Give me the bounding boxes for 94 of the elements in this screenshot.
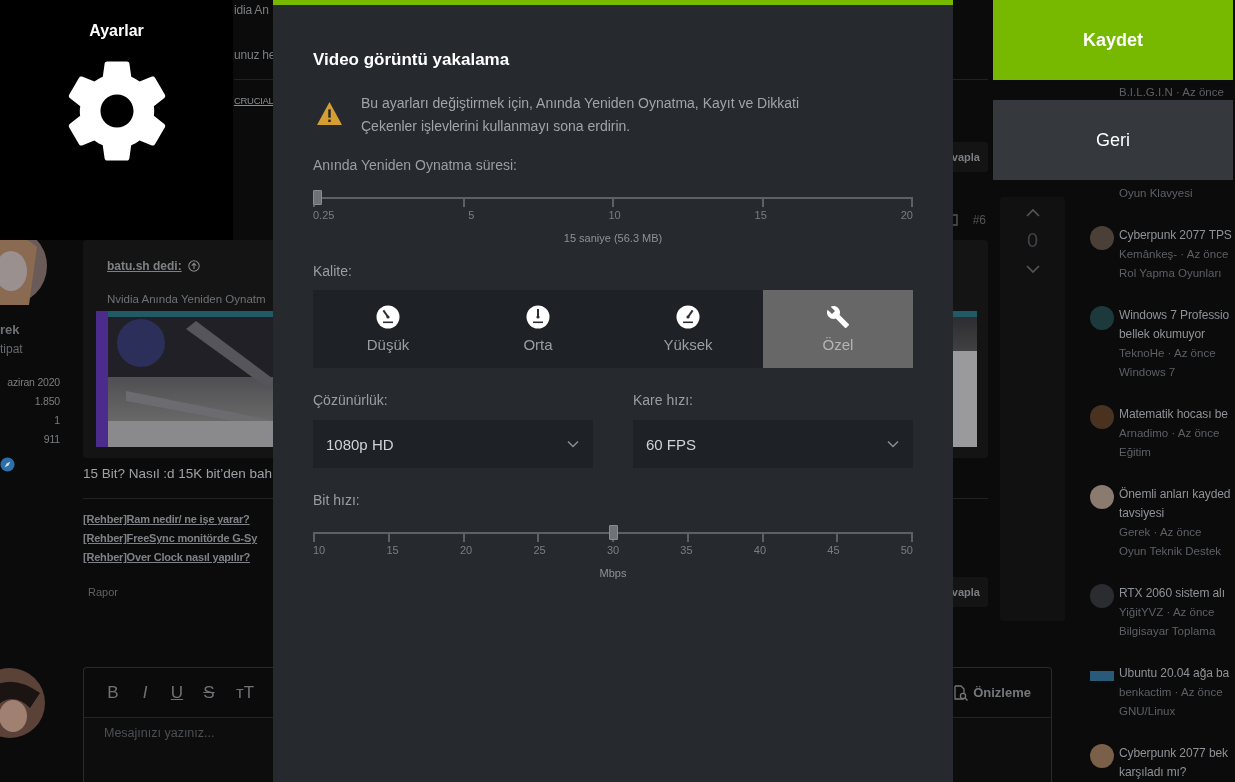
back-button[interactable]: Geri <box>993 100 1233 180</box>
thread-title[interactable]: tavsiyesi <box>1119 504 1165 523</box>
thread-category[interactable]: Oyun Klavyesi <box>1119 184 1193 203</box>
thread-meta: YiğitYVZ · Az önce <box>1119 605 1215 620</box>
thread-title[interactable]: Önemli anları kayded <box>1119 485 1231 504</box>
thread-category[interactable]: Eğitim <box>1119 443 1151 462</box>
avatar[interactable] <box>1090 744 1114 768</box>
report-link[interactable]: Rapor <box>88 586 118 598</box>
signature-link[interactable]: [Rehber]Ram nedir/ ne işe yarar? <box>83 510 250 529</box>
tick-label: 0.25 <box>313 209 335 222</box>
thread-title[interactable]: Cyberpunk 2077 TPS <box>1119 226 1232 245</box>
username[interactable]: rek <box>0 321 20 339</box>
post-link[interactable]: CRUCIAL <box>234 92 274 110</box>
quality-option[interactable]: Düşük <box>313 290 463 368</box>
tick-label: 50 <box>900 544 913 557</box>
user-stat: 1.850 <box>34 394 60 409</box>
thread-meta: Arnadimo · Az önce <box>1119 426 1220 441</box>
gauge-icon <box>376 305 400 329</box>
format-button[interactable]: B <box>104 682 122 703</box>
tick-label: 45 <box>827 544 840 557</box>
user-title: tipat <box>0 341 23 357</box>
avatar[interactable] <box>1090 485 1114 509</box>
preview-button[interactable]: Önizleme <box>952 684 1031 701</box>
thread-category[interactable]: Windows 7 <box>1119 363 1176 382</box>
slider-thumb[interactable] <box>313 190 322 205</box>
tick-label: 10 <box>608 209 621 222</box>
wrench-icon <box>826 305 850 329</box>
thread-title[interactable]: Cyberpunk 2077 bek <box>1119 744 1228 763</box>
tick-label: 30 <box>606 544 620 557</box>
thread-category[interactable]: Bilgisayar Toplama <box>1119 622 1216 641</box>
downvote-icon[interactable] <box>1024 264 1041 274</box>
gauge-icon <box>526 305 550 329</box>
user-stat: 1 <box>54 413 60 428</box>
thread-meta: Gerek · Az önce <box>1119 525 1202 540</box>
post-number[interactable]: #6 <box>972 213 986 227</box>
format-button[interactable]: I <box>136 682 154 703</box>
tick-label: 10 <box>313 544 326 557</box>
signature-link[interactable]: [Rehber]FreeSync monitörde G-Sy <box>83 529 258 548</box>
slider-reading: 15 saniye (56.3 MB) <box>563 232 663 245</box>
tick-label: 5 <box>468 209 475 222</box>
format-button[interactable]: S <box>200 682 218 703</box>
post-text: idia An <box>234 2 269 19</box>
chevron-down-icon <box>567 440 579 448</box>
tick-label: 20 <box>900 209 913 222</box>
thread-title[interactable]: Ubuntu 20.04 ağa ba <box>1119 664 1230 683</box>
resolution-dropdown[interactable]: 1080p HD <box>313 420 593 468</box>
thread-title[interactable]: Windows 7 Professio <box>1119 306 1230 325</box>
arrow-up-icon[interactable] <box>187 260 200 272</box>
field-label: Kalite: <box>313 262 352 281</box>
thread-title[interactable]: Matematik hocası be <box>1119 405 1228 424</box>
thread-meta: benkactim · Az önce <box>1119 685 1223 700</box>
chevron-down-icon <box>887 440 899 448</box>
thread-title[interactable]: bellek okumuyor <box>1119 325 1205 344</box>
thread-meta: B.I.L.G.I.N · Az önce <box>1119 85 1224 100</box>
format-button[interactable]: ᴛT <box>232 682 258 703</box>
field-label: Anında Yeniden Oynatma süresi: <box>313 156 517 175</box>
compass-icon <box>0 457 15 472</box>
quote-author[interactable]: batu.sh dedi: <box>107 259 182 273</box>
thread-title[interactable]: karşıladı mı? <box>1119 763 1187 782</box>
dialog-title: Video görüntü yakalama <box>313 50 510 70</box>
thread-meta: TeknoHe · Az önce <box>1119 346 1216 361</box>
quality-option[interactable]: Özel <box>763 290 913 368</box>
join-date: aziran 2020 <box>7 375 60 390</box>
thread-meta: Kemânkeş- · Az önce <box>1119 247 1229 262</box>
quote-text: Nvidia Anında Yeniden Oynatm <box>107 292 266 306</box>
user-stat: 911 <box>43 432 60 447</box>
tick-label: 40 <box>753 544 767 557</box>
tick-label: 15 <box>386 544 399 557</box>
field-label: Çözünürlük: <box>313 391 388 410</box>
signature-link[interactable]: [Rehber]Over Clock nasıl yapılır? <box>83 548 250 567</box>
thread-category[interactable]: Oyun Teknik Destek <box>1119 542 1222 561</box>
quality-option[interactable]: Yüksek <box>613 290 763 368</box>
upvote-icon[interactable] <box>1024 208 1041 218</box>
tick-label: 20 <box>459 544 473 557</box>
warning-text: Bu ayarları değiştirmek için, Anında Yeniden Oynatma, Kayıt ve Dikkati Çekenler işlevlerini kullanmayı sona erdirin. <box>361 94 801 136</box>
thread-category[interactable]: Rol Yapma Oyunları <box>1119 264 1222 283</box>
thread-title[interactable]: RTX 2060 sistem alı <box>1119 584 1225 603</box>
slider-thumb[interactable] <box>608 525 618 540</box>
tick-label: 25 <box>533 544 546 557</box>
preview-icon <box>952 684 969 701</box>
tick-label: 15 <box>754 209 767 222</box>
post-text: 15 Bit? Nasıl :d 15K bit’den bah <box>83 466 273 482</box>
field-label: Kare hızı: <box>633 391 693 410</box>
save-button[interactable]: Kaydet <box>993 0 1233 80</box>
panel-title: Ayarlar <box>89 21 144 41</box>
quality-option[interactable]: Orta <box>463 290 613 368</box>
tick-label: 35 <box>680 544 693 557</box>
gauge-icon <box>676 305 700 329</box>
thread-category[interactable]: GNU/Linux <box>1119 702 1176 721</box>
format-button[interactable]: U <box>168 682 186 703</box>
slider-unit: Mbps <box>599 567 627 580</box>
warning-icon <box>317 102 342 125</box>
field-label: Bit hızı: <box>313 491 360 510</box>
frame-rate-dropdown[interactable]: 60 FPS <box>633 420 913 468</box>
